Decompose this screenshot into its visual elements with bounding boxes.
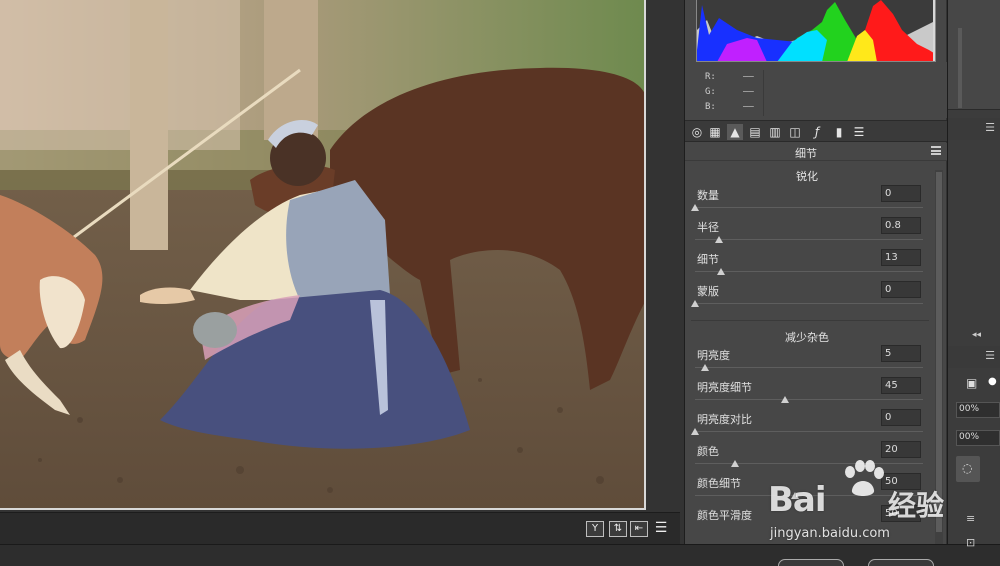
- amount-field[interactable]: 0: [881, 185, 921, 202]
- masking-slider-track[interactable]: [695, 303, 923, 304]
- radius-label: 半径: [697, 221, 719, 234]
- menu-icon[interactable]: ☰: [985, 349, 995, 362]
- luminance-detail-field[interactable]: 45: [881, 377, 921, 394]
- luminance-detail-label: 明亮度细节: [697, 381, 752, 394]
- far-header: ☰: [948, 118, 1000, 140]
- luminance-label: 明亮度: [697, 349, 730, 362]
- b-label: B:: [705, 102, 716, 112]
- fx-icon[interactable]: ƒ: [809, 124, 825, 140]
- menu-icon[interactable]: ☰: [985, 121, 995, 134]
- preferences-icon[interactable]: ☰: [652, 521, 670, 537]
- grid-icon[interactable]: ▦: [707, 124, 723, 140]
- histogram: [696, 0, 936, 62]
- masking-field[interactable]: 0: [881, 281, 921, 298]
- y-label: Y: [591, 523, 599, 534]
- sliders-icon[interactable]: ☰: [851, 124, 867, 140]
- film-icon[interactable]: ▮: [831, 124, 847, 140]
- color-slider-track[interactable]: [695, 463, 923, 464]
- aperture-icon[interactable]: ◎: [689, 124, 705, 140]
- luminance-detail-control: 明亮度细节 45: [685, 377, 931, 411]
- r-label: R:: [705, 72, 716, 82]
- masking-slider-thumb[interactable]: [691, 300, 699, 307]
- luminance-detail-slider-thumb[interactable]: [781, 396, 789, 403]
- copy-settings-icon[interactable]: ⇤: [630, 521, 648, 537]
- side-panel-strip: ☰ ◂◂ ☰ ▣ ● 00% 00% ◌ ≡ ⊡: [947, 0, 1000, 549]
- detail-field[interactable]: 13: [881, 249, 921, 266]
- masking-label: 蒙版: [697, 285, 719, 298]
- noise-reduction-heading: 减少杂色: [785, 331, 829, 344]
- detail-label: 细节: [697, 253, 719, 266]
- r-value: ——: [742, 72, 754, 82]
- photo-image: [0, 0, 644, 508]
- zoom-field-1[interactable]: 00%: [956, 402, 1000, 418]
- zoom-field-2[interactable]: 00%: [956, 430, 1000, 446]
- far-collapse: ◂◂: [948, 330, 1000, 344]
- swap-icon[interactable]: ⇅: [609, 521, 627, 537]
- luminance-contrast-control: 明亮度对比 0: [685, 409, 931, 443]
- mountains-icon[interactable]: ▲: [727, 124, 743, 140]
- bars-icon[interactable]: ▥: [767, 124, 783, 140]
- lens-icon[interactable]: ◫: [787, 124, 803, 140]
- color-slider-thumb[interactable]: [731, 460, 739, 467]
- b-value: ——: [742, 102, 754, 112]
- panel-tabs: ◎ ▦ ▲ ▤ ▥ ◫ ƒ ▮ ☰: [685, 120, 947, 142]
- luminance-contrast-slider-thumb[interactable]: [691, 428, 699, 435]
- watermark-brand: Bai: [768, 480, 827, 520]
- far-header-2: ☰: [948, 346, 1000, 368]
- sharpen-detail-control: 细节 13: [685, 249, 931, 283]
- section-divider: [691, 320, 929, 321]
- sharpen-masking-control: 蒙版 0: [685, 281, 931, 315]
- readout-divider: [763, 70, 764, 116]
- watermark-url: jingyan.baidu.com: [770, 526, 890, 541]
- rgb-readout: R: —— G: —— B: ——: [685, 62, 947, 118]
- g-label: G:: [705, 87, 716, 97]
- radius-slider-track[interactable]: [695, 239, 923, 240]
- sharpen-radius-control: 半径 0.8: [685, 217, 931, 251]
- luminance-slider-thumb[interactable]: [701, 364, 709, 371]
- document-icon[interactable]: ▣: [966, 376, 977, 390]
- color-field[interactable]: 20: [881, 441, 921, 458]
- luminance-contrast-field[interactable]: 0: [881, 409, 921, 426]
- radius-field[interactable]: 0.8: [881, 217, 921, 234]
- color-smoothness-label: 颜色平滑度: [697, 509, 752, 522]
- cancel-button-partial[interactable]: [778, 559, 844, 566]
- menu-icon[interactable]: [931, 146, 941, 155]
- detail-slider-track[interactable]: [695, 271, 923, 272]
- panel-header: 细节: [685, 143, 947, 161]
- camera-raw-window: Y ⇅ ⇤ ☰ R: —— G: —— B: —— ◎ ▦ ▲ ▤ ▥ ◫ ƒ …: [0, 0, 1000, 566]
- collapse-icon[interactable]: ◂◂: [972, 330, 981, 340]
- paw-icon: [845, 460, 884, 496]
- radius-slider-thumb[interactable]: [715, 236, 723, 243]
- g-value: ——: [742, 87, 754, 97]
- watermark: Bai 经验 jingyan.baidu.com: [768, 460, 968, 542]
- luminance-contrast-label: 明亮度对比: [697, 413, 752, 426]
- adjustment-panel: R: —— G: —— B: —— ◎ ▦ ▲ ▤ ▥ ◫ ƒ ▮ ☰ 细节 锐…: [684, 0, 947, 544]
- luminance-slider-track[interactable]: [695, 367, 923, 368]
- preview-toolbar: Y ⇅ ⇤ ☰: [0, 512, 680, 544]
- color-detail-label: 颜色细节: [697, 477, 741, 490]
- color-label: 颜色: [697, 445, 719, 458]
- amount-slider-track[interactable]: [695, 207, 923, 208]
- luminance-field[interactable]: 5: [881, 345, 921, 362]
- far-panel-top: [948, 0, 1000, 110]
- amount-label: 数量: [697, 189, 719, 202]
- amount-slider-thumb[interactable]: [691, 204, 699, 211]
- luminance-detail-slider-track[interactable]: [695, 399, 923, 400]
- sharpen-amount-control: 数量 0: [685, 185, 931, 219]
- ok-button-partial[interactable]: [868, 559, 934, 566]
- detail-slider-thumb[interactable]: [717, 268, 725, 275]
- far-scroll: [958, 28, 962, 108]
- watermark-suffix: 经验: [888, 489, 945, 522]
- panel-title: 细节: [795, 147, 817, 160]
- sharpen-heading: 锐化: [796, 170, 818, 183]
- image-preview[interactable]: [0, 0, 646, 510]
- before-after-y-button[interactable]: Y: [586, 521, 604, 537]
- dialog-button-strip: [0, 544, 1000, 566]
- split-icon[interactable]: ▤: [747, 124, 763, 140]
- luminance-control: 明亮度 5: [685, 345, 931, 379]
- dot-icon: ●: [988, 376, 997, 387]
- luminance-contrast-slider-track[interactable]: [695, 431, 923, 432]
